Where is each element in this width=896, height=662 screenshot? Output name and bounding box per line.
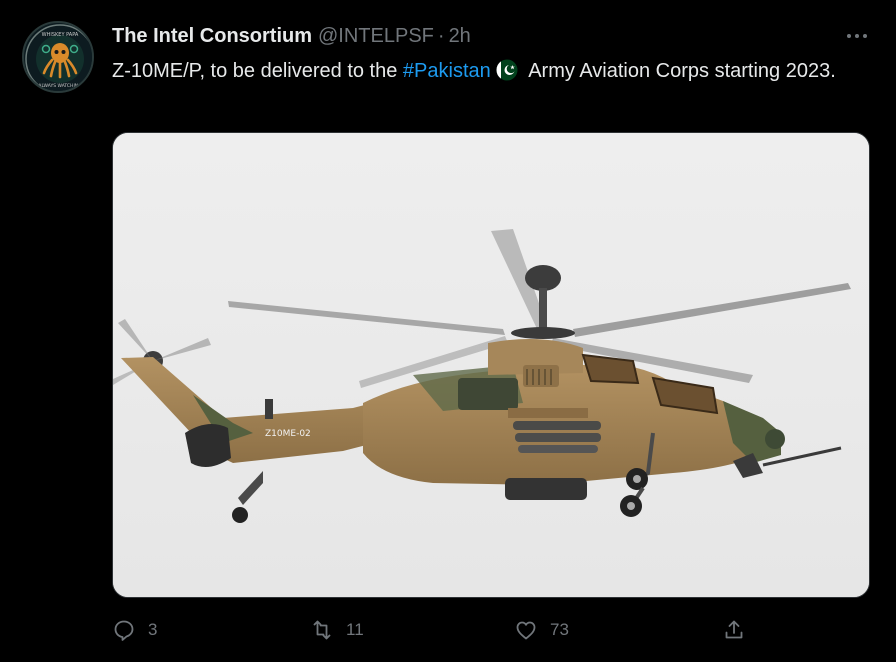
like-icon [516,621,536,640]
retweet-count: 11 [346,620,364,639]
share-icon [725,620,743,639]
retweet-icon [313,620,331,640]
reply-count: 3 [148,620,158,639]
avatar-logo: WHISKEY PAPA ALWAYS WATCHING [25,24,92,91]
tweet-media-image[interactable]: Z10ME-02 [112,132,870,598]
tweet-actions: 3 11 73 [112,618,872,648]
more-icon[interactable] [845,26,869,46]
tweet-text-end: Army Aviation Corps starting 2023. [523,60,836,82]
reply-icon [114,620,134,641]
separator-dot: · [437,24,445,47]
aircraft-marking: Z10ME-02 [265,429,311,439]
user-handle[interactable]: @INTELPSF [318,25,434,48]
like-button[interactable]: 73 [514,618,569,642]
tweet-text-start: Z-10ME/P, to be delivered to the [112,60,403,82]
tweet-text: Z-10ME/P, to be delivered to the #Pakist… [112,56,882,86]
like-count: 73 [550,620,569,639]
display-name[interactable]: The Intel Consortium [112,25,312,48]
timestamp[interactable]: 2h [449,25,471,48]
hashtag-link[interactable]: #Pakistan [403,60,491,82]
tweet-header: The Intel Consortium @INTELPSF · 2h [112,24,471,48]
share-button[interactable] [722,618,746,642]
helicopter-photo: Z10ME-02 [113,133,869,597]
avatar-top-text: WHISKEY PAPA [42,32,79,38]
avatar[interactable]: WHISKEY PAPA ALWAYS WATCHING [22,21,94,93]
pakistan-flag-icon [494,59,520,81]
tweet: WHISKEY PAPA ALWAYS WATCHING The Intel C… [0,0,896,662]
avatar-bottom-text: ALWAYS WATCHING [38,83,82,89]
reply-button[interactable]: 3 [112,618,157,642]
retweet-button[interactable]: 11 [310,618,364,642]
